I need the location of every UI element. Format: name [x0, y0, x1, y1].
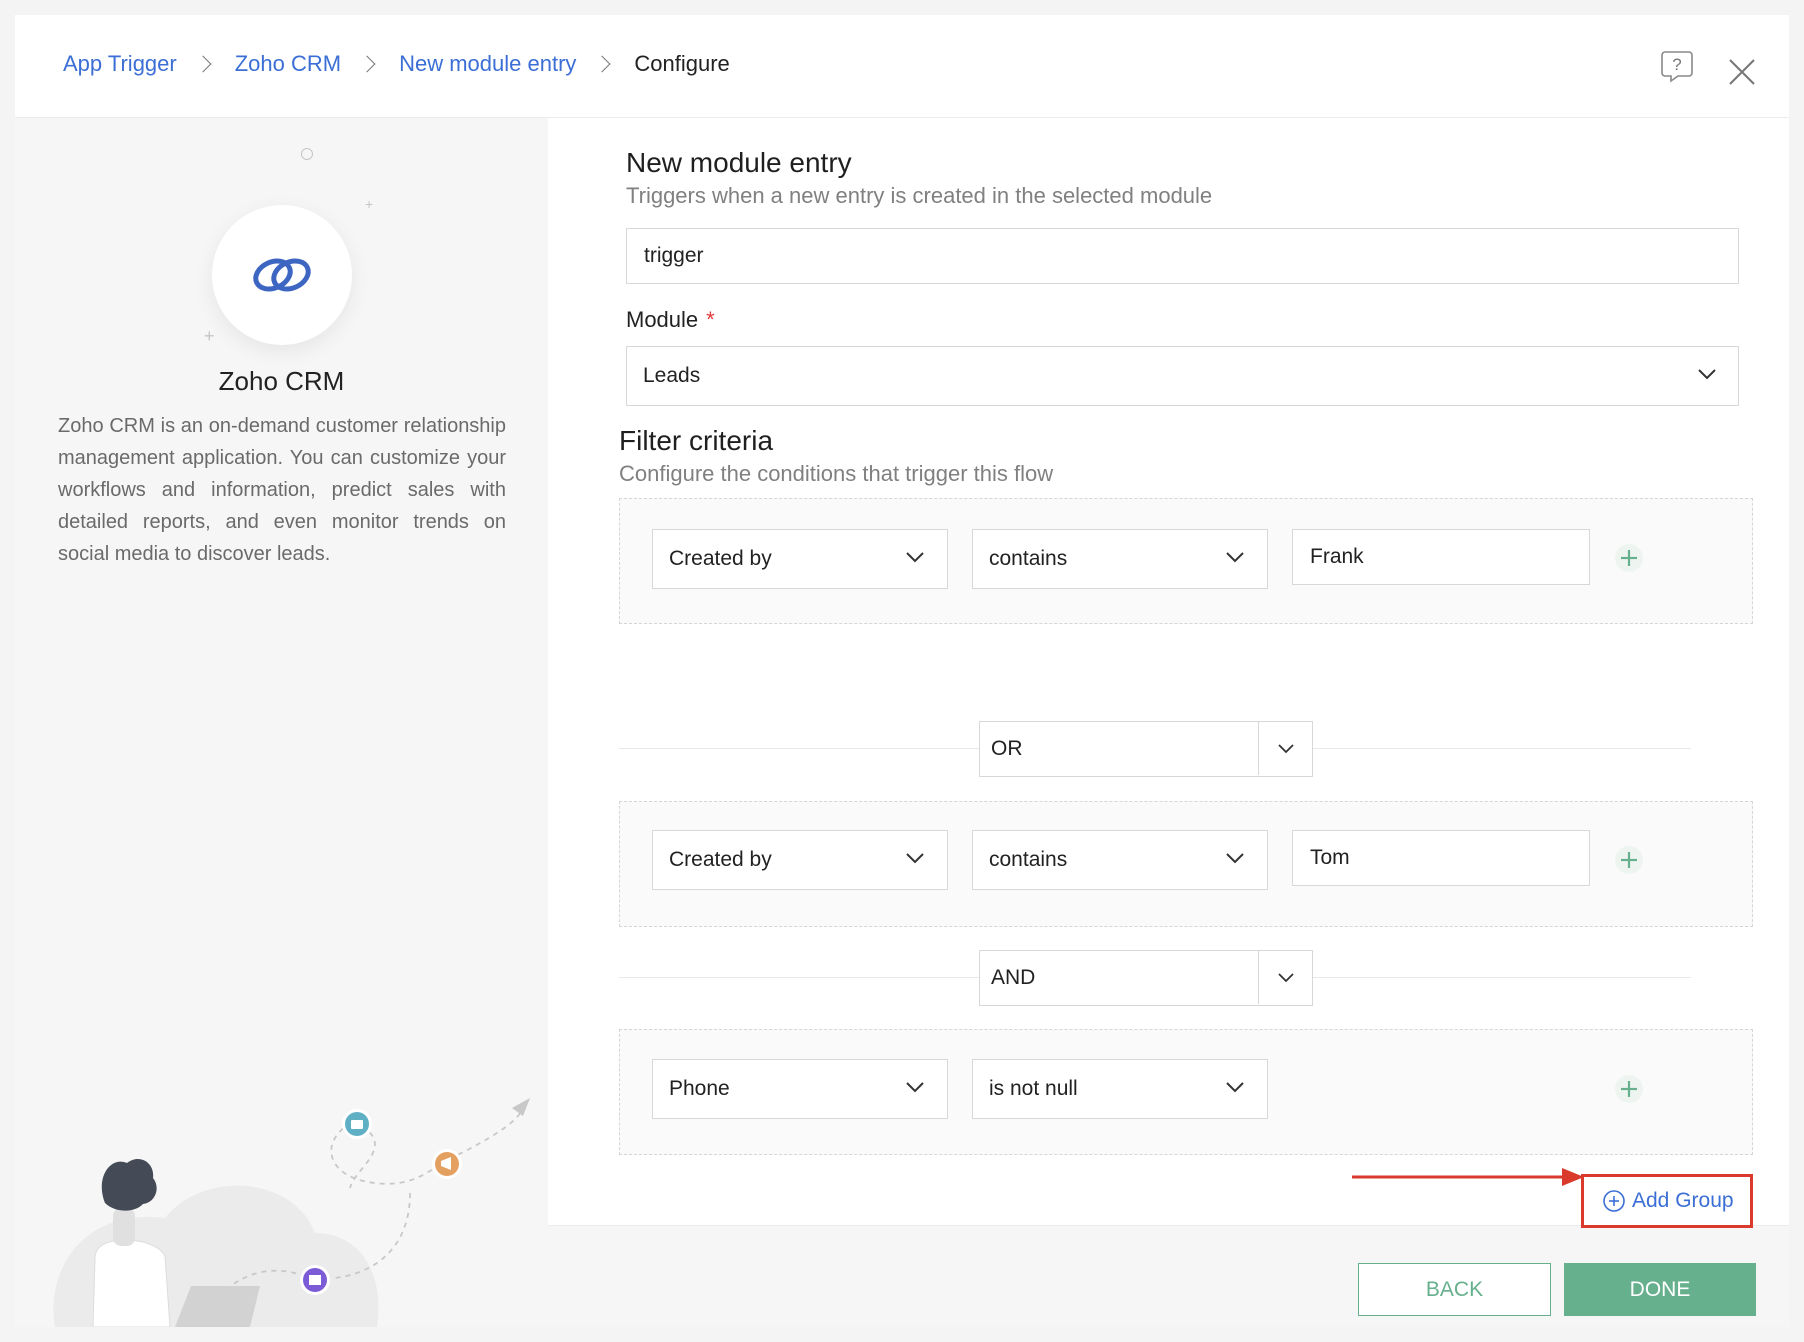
filter-group: Created by contains Frank: [619, 498, 1753, 624]
decorative-plus-icon: +: [365, 196, 374, 212]
add-group-label: Add Group: [1632, 1189, 1734, 1212]
trigger-name-input[interactable]: trigger: [626, 228, 1739, 284]
app-description: Zoho CRM is an on-demand customer relati…: [58, 415, 506, 565]
filter-group: Created by contains Tom: [619, 801, 1753, 927]
chevron-down-icon: [906, 552, 924, 563]
divider: [1258, 722, 1259, 775]
breadcrumb-app-trigger[interactable]: App Trigger: [63, 51, 177, 77]
filter-subtitle: Configure the conditions that trigger th…: [619, 461, 1054, 486]
configure-dialog: App Trigger Zoho CRM New module entry Co…: [15, 15, 1789, 1327]
operator-select[interactable]: is not null: [972, 1059, 1268, 1119]
chevron-right-icon: [593, 55, 611, 73]
help-icon[interactable]: ?: [1660, 49, 1694, 83]
chevron-down-icon: [906, 853, 924, 864]
field-select-value: Created by: [669, 547, 772, 570]
add-condition-icon[interactable]: [1614, 1074, 1644, 1104]
breadcrumb-zoho-crm[interactable]: Zoho CRM: [235, 51, 341, 77]
app-info-panel: + + Zoho CRM Zoho CRM is an on-demand cu…: [15, 118, 548, 1327]
field-select[interactable]: Created by: [652, 830, 948, 890]
breadcrumb-current: Configure: [634, 51, 730, 76]
field-select[interactable]: Created by: [652, 529, 948, 589]
module-select-value: Leads: [643, 364, 701, 387]
chevron-right-icon: [358, 55, 376, 73]
chevron-down-icon: [906, 1082, 924, 1093]
operator-select[interactable]: contains: [972, 830, 1268, 890]
divider: [1258, 951, 1259, 1004]
trigger-title: New module entry: [626, 147, 852, 178]
svg-text:?: ?: [1672, 55, 1681, 74]
operator-select-value: contains: [989, 547, 1068, 570]
chevron-down-icon: [1226, 1082, 1244, 1093]
value-input[interactable]: Tom: [1292, 830, 1590, 886]
operator-select-value: is not null: [989, 1077, 1078, 1100]
chevron-right-icon: [194, 55, 212, 73]
module-label: Module *: [626, 307, 715, 333]
connector-select[interactable]: OR: [979, 721, 1313, 777]
module-label-text: Module: [626, 307, 699, 332]
operator-select-value: contains: [989, 848, 1068, 871]
decorative-plus-icon: +: [204, 326, 215, 346]
add-condition-icon[interactable]: [1614, 845, 1644, 875]
close-icon[interactable]: [1727, 57, 1757, 87]
add-group-button[interactable]: Add Group: [1581, 1174, 1753, 1228]
field-select[interactable]: Phone: [652, 1059, 948, 1119]
annotation-arrow: [1352, 1168, 1584, 1186]
trigger-subtitle: Triggers when a new entry is created in …: [626, 183, 1213, 208]
connector-select-value: OR: [991, 737, 1023, 760]
app-logo: [212, 205, 352, 345]
zoho-crm-logo-icon: [253, 258, 311, 292]
app-name: Zoho CRM: [218, 366, 345, 396]
add-circle-icon: [1603, 1190, 1625, 1212]
breadcrumb: App Trigger Zoho CRM New module entry Co…: [63, 51, 730, 77]
person-illustration: [53, 1098, 530, 1327]
connector-select[interactable]: AND: [979, 950, 1313, 1006]
add-condition-icon[interactable]: [1614, 543, 1644, 573]
done-button[interactable]: DONE: [1564, 1263, 1756, 1316]
breadcrumb-new-module-entry[interactable]: New module entry: [399, 51, 576, 77]
filter-group: Phone is not null: [619, 1029, 1753, 1155]
chevron-down-icon: [1278, 744, 1294, 754]
operator-select[interactable]: contains: [972, 529, 1268, 589]
value-input[interactable]: Frank: [1292, 529, 1590, 585]
field-select-value: Created by: [669, 848, 772, 871]
dialog-header: App Trigger Zoho CRM New module entry Co…: [15, 15, 1789, 118]
module-select[interactable]: Leads: [626, 346, 1739, 406]
chevron-down-icon: [1226, 552, 1244, 563]
decorative-ring: [301, 148, 313, 160]
chevron-down-icon: [1698, 369, 1716, 380]
filter-title: Filter criteria: [619, 425, 774, 456]
chevron-down-icon: [1226, 853, 1244, 864]
chevron-down-icon: [1278, 973, 1294, 983]
required-asterisk: *: [706, 307, 715, 332]
back-button[interactable]: BACK: [1358, 1263, 1551, 1316]
connector-select-value: AND: [991, 966, 1036, 989]
field-select-value: Phone: [669, 1077, 730, 1100]
configuration-panel: New module entry Triggers when a new ent…: [548, 118, 1789, 1327]
